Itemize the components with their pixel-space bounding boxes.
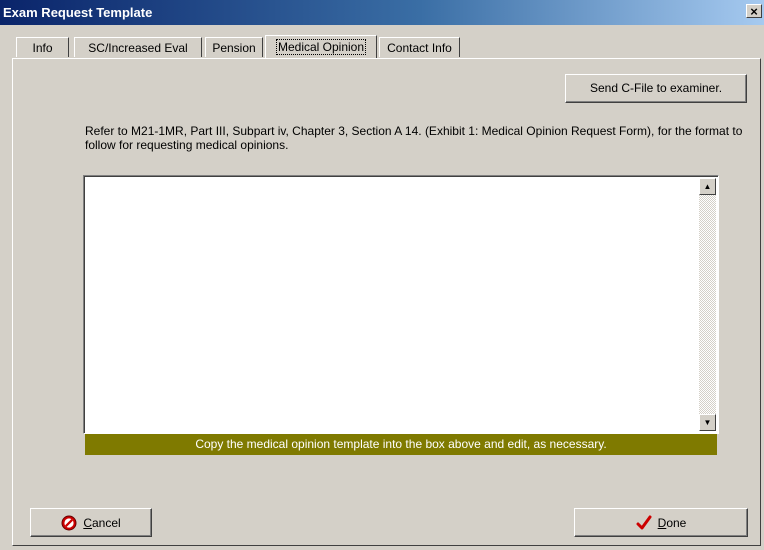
hint-bar: Copy the medical opinion template into t… — [85, 434, 717, 455]
done-label: Done — [657, 515, 687, 530]
vertical-scrollbar[interactable]: ▲ ▼ — [699, 178, 716, 431]
medical-opinion-textarea[interactable] — [86, 178, 698, 435]
window-title: Exam Request Template — [3, 5, 153, 20]
tab-info[interactable]: Info — [16, 37, 69, 57]
instructions-text: Refer to M21-1MR, Part III, Subpart iv, … — [85, 124, 743, 152]
tab-medical-opinion[interactable]: Medical Opinion — [265, 35, 377, 58]
done-button[interactable]: Done — [574, 508, 748, 537]
scroll-up-arrow-icon[interactable]: ▲ — [699, 178, 716, 195]
medical-opinion-editor: ▲ ▼ — [83, 175, 719, 435]
no-entry-icon — [61, 515, 77, 530]
red-checkmark-icon — [636, 515, 652, 529]
tab-sc-increased-eval[interactable]: SC/Increased Eval — [74, 37, 202, 57]
close-button[interactable]: × — [746, 4, 762, 19]
send-c-file-button[interactable]: Send C-File to examiner. — [565, 74, 747, 103]
title-bar: Exam Request Template × — [0, 0, 764, 25]
cancel-button[interactable]: Cancel — [30, 508, 152, 537]
tab-pension[interactable]: Pension — [205, 37, 263, 57]
tab-contact-info[interactable]: Contact Info — [379, 37, 460, 57]
cancel-label: Cancel — [83, 515, 121, 530]
scroll-down-arrow-icon[interactable]: ▼ — [699, 414, 716, 431]
